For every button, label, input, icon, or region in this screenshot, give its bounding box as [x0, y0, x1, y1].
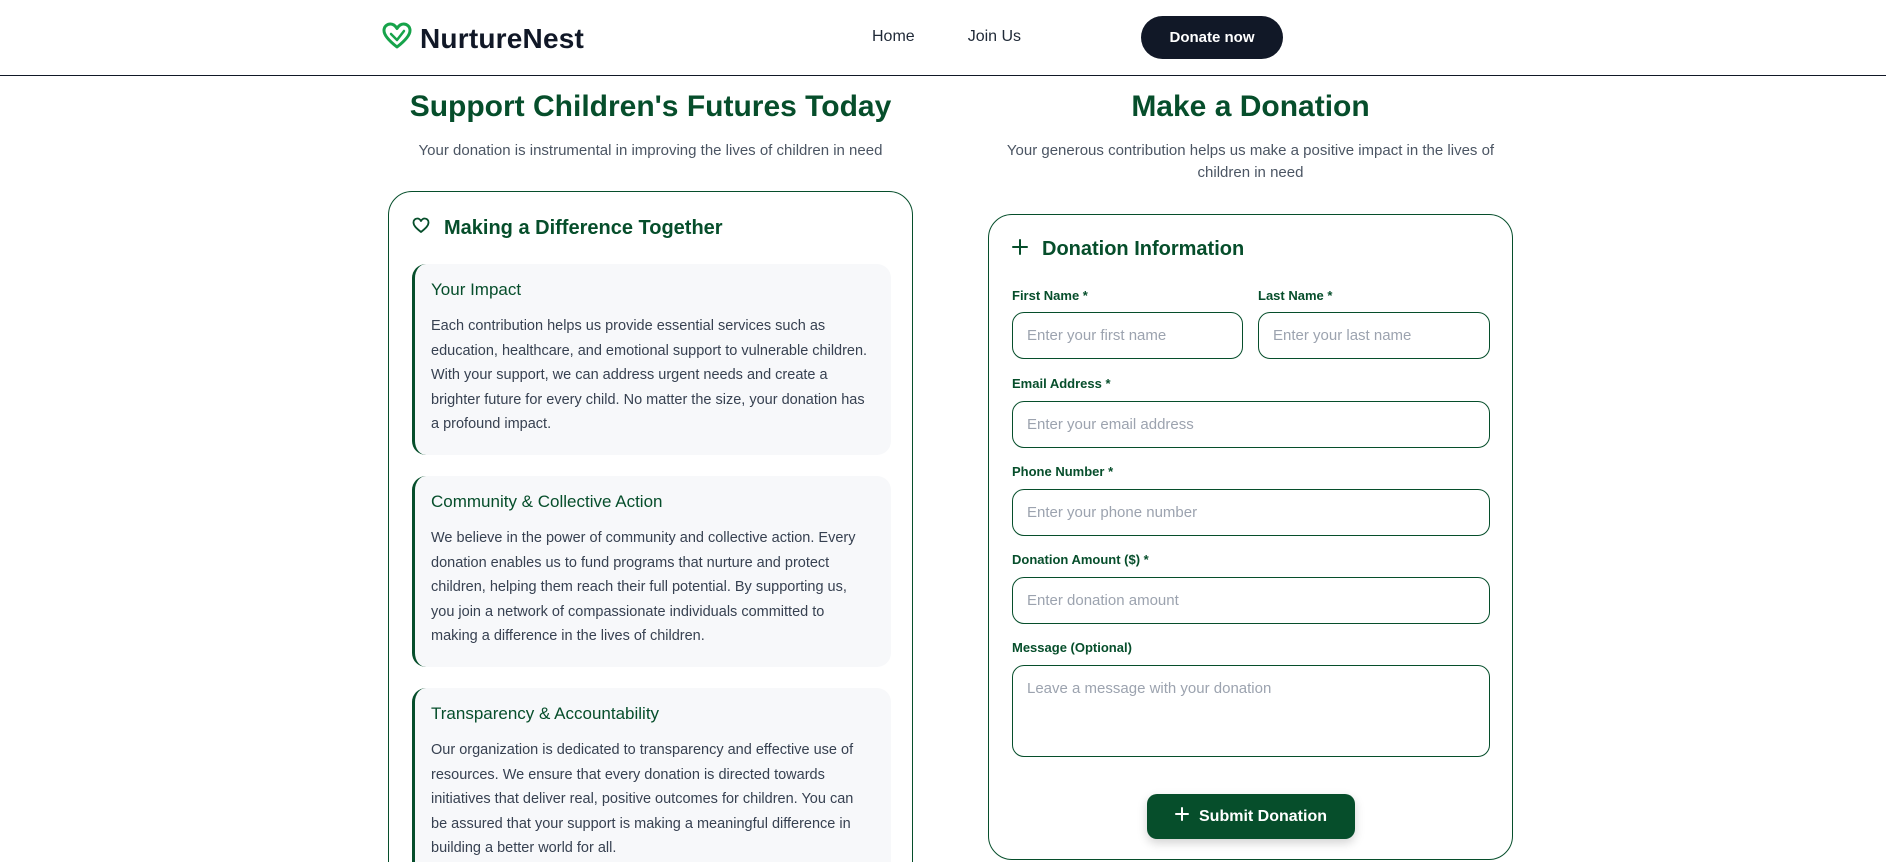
nav-join-us-link[interactable]: Join Us [968, 28, 1021, 46]
donation-form-card: Donation Information First Name * Last N… [988, 214, 1513, 860]
nav-home-link[interactable]: Home [872, 28, 915, 46]
submit-donation-button[interactable]: Submit Donation [1147, 794, 1355, 839]
last-name-input[interactable] [1258, 312, 1490, 359]
impact-card-heading: Making a Difference Together [412, 217, 723, 240]
info-box-your-impact: Your Impact Each contribution helps us p… [412, 264, 891, 455]
impact-card-title: Making a Difference Together [444, 217, 723, 239]
brand[interactable]: NurtureNest [382, 22, 584, 55]
message-label: Message (Optional) [1012, 640, 1132, 655]
email-input[interactable] [1012, 401, 1490, 448]
info-box-community: Community & Collective Action We believe… [412, 476, 891, 667]
left-page-title: Support Children's Futures Today [409, 90, 892, 123]
info-box-text: Each contribution helps us provide essen… [431, 318, 868, 432]
right-subtitle: Your generous contribution helps us make… [1006, 142, 1495, 181]
submit-donation-label: Submit Donation [1199, 807, 1327, 825]
info-box-transparency: Transparency & Accountability Our organi… [412, 688, 891, 862]
donate-now-button[interactable]: Donate now [1141, 16, 1283, 59]
impact-card: Making a Difference Together Your Impact… [388, 191, 913, 862]
phone-input[interactable] [1012, 489, 1490, 536]
donation-card-heading: Donation Information [1012, 238, 1244, 261]
donation-card-title: Donation Information [1042, 238, 1245, 260]
info-box-title: Your Impact [431, 280, 522, 299]
message-textarea[interactable] [1012, 665, 1490, 757]
info-box-title: Community & Collective Action [431, 492, 663, 511]
heart-logo-icon [382, 22, 412, 55]
site-header: NurtureNest Home Join Us Donate now [0, 0, 1886, 76]
phone-label: Phone Number * [1012, 464, 1114, 479]
donation-amount-input[interactable] [1012, 577, 1490, 624]
plus-icon [1012, 238, 1028, 261]
info-box-title: Transparency & Accountability [431, 704, 660, 723]
first-name-label: First Name * [1012, 288, 1088, 303]
info-box-text: Our organization is dedicated to transpa… [431, 742, 854, 856]
brand-name: NurtureNest [420, 22, 585, 54]
heart-outline-icon [412, 217, 430, 240]
donation-amount-label: Donation Amount ($) * [1012, 552, 1149, 567]
email-label: Email Address * [1012, 376, 1111, 391]
main-nav: Home Join Us [872, 28, 1021, 46]
plus-icon [1175, 807, 1189, 826]
left-subtitle: Your donation is instrumental in improvi… [418, 142, 883, 159]
last-name-label: Last Name * [1258, 288, 1333, 303]
right-page-title: Make a Donation [1131, 90, 1370, 123]
info-box-text: We believe in the power of community and… [431, 530, 856, 644]
first-name-input[interactable] [1012, 312, 1243, 359]
